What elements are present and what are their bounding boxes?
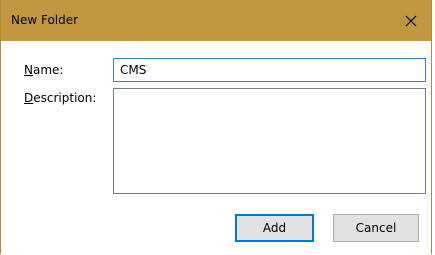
name-input[interactable] xyxy=(113,58,426,82)
description-label-text: escription: xyxy=(33,91,97,105)
description-label: Description: xyxy=(24,91,96,105)
name-label: Name: xyxy=(24,63,63,77)
dialog-title: New Folder xyxy=(11,13,79,27)
new-folder-dialog: New Folder Name: Description: Add Cancel xyxy=(0,0,432,254)
name-label-text: ame: xyxy=(32,63,64,77)
close-icon xyxy=(405,15,417,27)
add-button[interactable]: Add xyxy=(235,214,314,242)
close-button[interactable] xyxy=(391,0,431,41)
description-textarea[interactable] xyxy=(113,88,426,194)
cancel-button[interactable]: Cancel xyxy=(333,214,419,242)
title-bar[interactable]: New Folder xyxy=(1,0,431,41)
name-label-mnemonic: N xyxy=(24,63,33,77)
description-label-mnemonic: D xyxy=(24,91,34,105)
